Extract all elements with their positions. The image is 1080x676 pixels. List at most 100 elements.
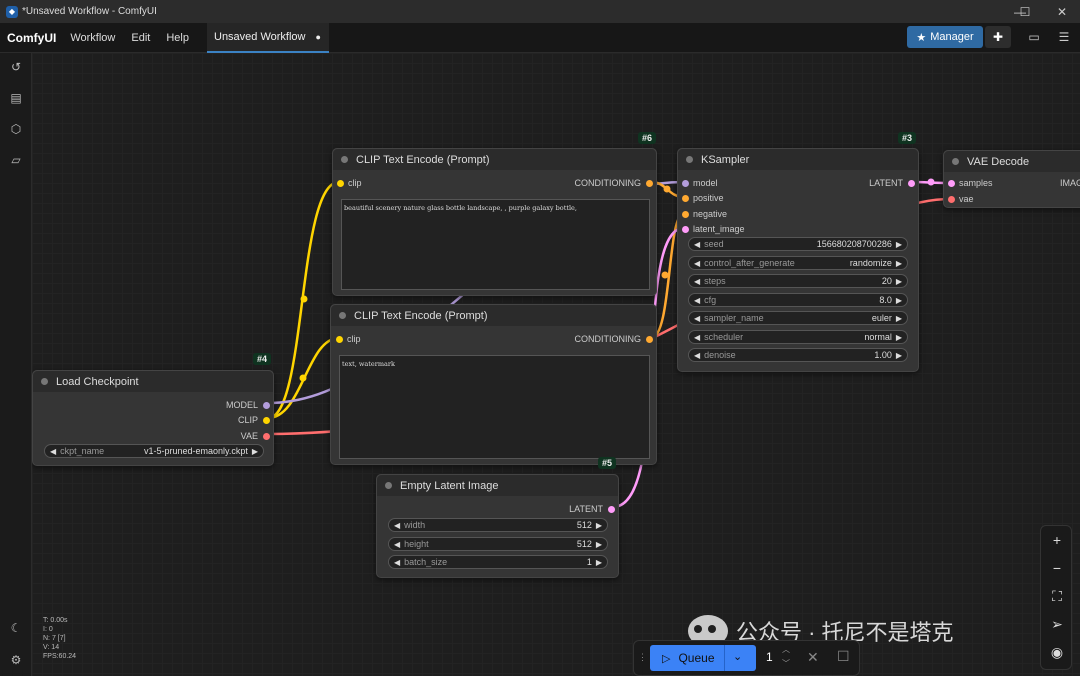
menu-edit[interactable]: Edit xyxy=(131,32,150,44)
empty-latent-image-node[interactable]: Empty Latent Image LATENT ◀ width 512 ▶ … xyxy=(376,474,619,578)
input-pin-positive[interactable] xyxy=(682,195,689,202)
input-pin-clip[interactable] xyxy=(336,336,343,343)
fit-view-icon[interactable]: ⛶ xyxy=(1049,588,1065,604)
decrement-arrow-icon[interactable]: ◀ xyxy=(394,558,400,567)
input-pin-latent-image[interactable] xyxy=(682,226,689,233)
drag-handle-icon[interactable]: ⋮ xyxy=(638,652,647,663)
widget-height[interactable]: ◀ height 512 ▶ xyxy=(388,537,608,551)
menu-workflow[interactable]: Workflow xyxy=(70,32,115,44)
select-mode-icon[interactable]: ➢ xyxy=(1049,616,1065,632)
collapse-dot-icon[interactable] xyxy=(686,156,693,163)
node-title[interactable]: KSampler xyxy=(678,149,918,170)
output-pin-clip[interactable] xyxy=(263,417,270,424)
ksampler-node[interactable]: KSampler model positive negative latent_… xyxy=(677,148,919,372)
widget-denoise[interactable]: ◀ denoise 1.00 ▶ xyxy=(688,348,908,362)
prompt-textarea[interactable]: text, watermark xyxy=(339,355,650,459)
history-icon[interactable]: ↺ xyxy=(8,59,24,75)
manager-button[interactable]: ★ Manager xyxy=(907,26,983,48)
output-pin-conditioning[interactable] xyxy=(646,180,653,187)
input-pin-clip[interactable] xyxy=(337,180,344,187)
output-pin-conditioning[interactable] xyxy=(646,336,653,343)
increment-arrow-icon[interactable]: ▶ xyxy=(596,540,602,549)
increment-arrow-icon[interactable]: ▶ xyxy=(896,277,902,286)
settings-icon[interactable]: ⚙ xyxy=(8,652,24,668)
node-title[interactable]: CLIP Text Encode (Prompt) xyxy=(333,149,656,170)
input-pin-model[interactable] xyxy=(682,180,689,187)
clip-text-encode-positive-node[interactable]: CLIP Text Encode (Prompt) clip CONDITION… xyxy=(332,148,657,296)
increment-icon[interactable]: ︿ xyxy=(782,644,790,655)
increment-arrow-icon[interactable]: ▶ xyxy=(896,240,902,249)
decrement-arrow-icon[interactable]: ◀ xyxy=(694,277,700,286)
node-title[interactable]: VAE Decode xyxy=(944,151,1080,172)
zoom-in-icon[interactable]: + xyxy=(1049,532,1065,548)
output-pin-model[interactable] xyxy=(263,402,270,409)
input-pin-samples[interactable] xyxy=(948,180,955,187)
decrement-arrow-icon[interactable]: ◀ xyxy=(50,447,56,456)
widget-width[interactable]: ◀ width 512 ▶ xyxy=(388,518,608,532)
stat-nodes: N: 7 [7] xyxy=(43,635,66,642)
decrement-arrow-icon[interactable]: ◀ xyxy=(394,540,400,549)
increment-arrow-icon[interactable]: ▶ xyxy=(252,447,258,456)
tab-unsaved-workflow[interactable]: Unsaved Workflow ● xyxy=(207,23,329,53)
menu-help[interactable]: Help xyxy=(166,32,189,44)
increment-arrow-icon[interactable]: ▶ xyxy=(896,333,902,342)
cancel-icon[interactable]: ✕ xyxy=(807,649,819,666)
increment-arrow-icon[interactable]: ▶ xyxy=(896,351,902,360)
decrement-arrow-icon[interactable]: ◀ xyxy=(694,333,700,342)
decrement-icon[interactable]: ﹀ xyxy=(782,658,790,669)
queue-button[interactable]: ▷ Queue ⌄ xyxy=(650,645,756,671)
node-title[interactable]: Load Checkpoint xyxy=(33,371,273,392)
theme-toggle-icon[interactable]: ☾ xyxy=(8,620,24,636)
increment-arrow-icon[interactable]: ▶ xyxy=(596,521,602,530)
widget-seed[interactable]: ◀ seed 156680208700286 ▶ xyxy=(688,237,908,251)
load-checkpoint-node[interactable]: Load Checkpoint MODEL CLIP VAE ◀ ckpt_na… xyxy=(32,370,274,466)
increment-arrow-icon[interactable]: ▶ xyxy=(896,296,902,305)
collapse-dot-icon[interactable] xyxy=(385,482,392,489)
widget-ckpt-name[interactable]: ◀ ckpt_name v1-5-pruned-emaonly.ckpt ▶ xyxy=(44,444,264,458)
widget-cfg[interactable]: ◀ cfg 8.0 ▶ xyxy=(688,293,908,307)
hamburger-menu-icon[interactable]: ☰ xyxy=(1056,29,1072,45)
increment-arrow-icon[interactable]: ▶ xyxy=(596,558,602,567)
node-title[interactable]: Empty Latent Image xyxy=(377,475,618,496)
stop-icon[interactable]: ☐ xyxy=(837,648,850,665)
maximize-icon[interactable]: ☐ xyxy=(1005,0,1045,23)
decrement-arrow-icon[interactable]: ◀ xyxy=(694,296,700,305)
vae-decode-node[interactable]: VAE Decode samples vae IMAG xyxy=(943,150,1080,208)
output-pin-latent[interactable] xyxy=(608,506,615,513)
model-library-icon[interactable]: ⬡ xyxy=(8,121,24,137)
collapse-dot-icon[interactable] xyxy=(339,312,346,319)
output-pin-latent[interactable] xyxy=(908,180,915,187)
batch-count-input[interactable]: 1 xyxy=(766,650,773,664)
prompt-textarea[interactable]: beautiful scenery nature glass bottle la… xyxy=(341,199,650,290)
collapse-dot-icon[interactable] xyxy=(41,378,48,385)
collapse-dot-icon[interactable] xyxy=(952,158,959,165)
toggle-links-icon[interactable]: ◉ xyxy=(1049,644,1065,660)
puzzle-icon[interactable]: ✚ xyxy=(985,26,1011,48)
graph-canvas[interactable]: #6 CLIP Text Encode (Prompt) clip CONDIT… xyxy=(32,53,1080,676)
workflows-folder-icon[interactable]: ▱ xyxy=(8,152,24,168)
collapse-dot-icon[interactable] xyxy=(341,156,348,163)
input-pin-vae[interactable] xyxy=(948,196,955,203)
widget-steps[interactable]: ◀ steps 20 ▶ xyxy=(688,274,908,288)
queue-list-icon[interactable]: ▤ xyxy=(8,90,24,106)
output-pin-vae[interactable] xyxy=(263,433,270,440)
node-title[interactable]: CLIP Text Encode (Prompt) xyxy=(331,305,656,326)
increment-arrow-icon[interactable]: ▶ xyxy=(896,259,902,268)
decrement-arrow-icon[interactable]: ◀ xyxy=(694,314,700,323)
tab-modified-marker[interactable]: ● xyxy=(316,32,321,42)
bottom-panel-icon[interactable]: ▭ xyxy=(1026,29,1042,45)
decrement-arrow-icon[interactable]: ◀ xyxy=(694,240,700,249)
widget-sampler-name[interactable]: ◀ sampler_name euler ▶ xyxy=(688,311,908,325)
input-pin-negative[interactable] xyxy=(682,211,689,218)
zoom-out-icon[interactable]: − xyxy=(1049,560,1065,576)
close-icon[interactable]: ✕ xyxy=(1042,0,1080,23)
increment-arrow-icon[interactable]: ▶ xyxy=(896,314,902,323)
clip-text-encode-negative-node[interactable]: CLIP Text Encode (Prompt) clip CONDITION… xyxy=(330,304,657,465)
decrement-arrow-icon[interactable]: ◀ xyxy=(394,521,400,530)
widget-batch-size[interactable]: ◀ batch_size 1 ▶ xyxy=(388,555,608,569)
decrement-arrow-icon[interactable]: ◀ xyxy=(694,351,700,360)
decrement-arrow-icon[interactable]: ◀ xyxy=(694,259,700,268)
widget-control-after-generate[interactable]: ◀ control_after_generate randomize ▶ xyxy=(688,256,908,270)
widget-scheduler[interactable]: ◀ scheduler normal ▶ xyxy=(688,330,908,344)
chevron-down-icon[interactable]: ⌄ xyxy=(733,650,742,663)
